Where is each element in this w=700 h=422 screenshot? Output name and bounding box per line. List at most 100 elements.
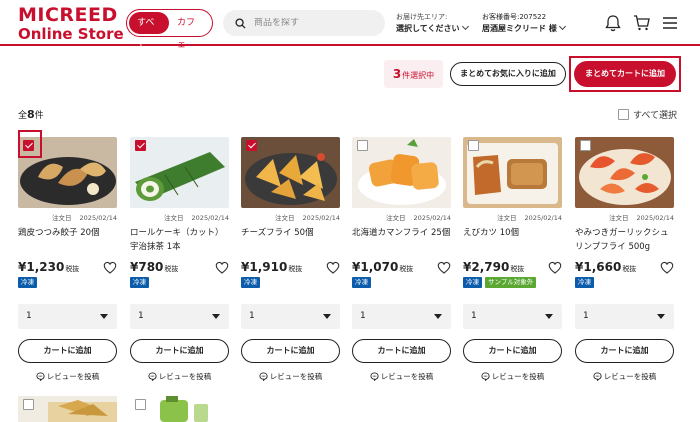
site-header: MICREED Online Store すべて カフェ お届け先エリア: 選択…: [0, 0, 700, 50]
quantity-select[interactable]: 1: [18, 304, 117, 329]
product-card: 注文日 2025/02/14 鶏皮つつみ餃子 20個 ¥1,230税抜 冷凍 1 カートに追…: [18, 137, 117, 382]
search-input[interactable]: [254, 18, 374, 28]
product-price: ¥1,910税抜: [241, 260, 302, 274]
price-value: ¥1,660: [575, 260, 622, 274]
quantity-select[interactable]: 1: [241, 304, 340, 329]
heart-icon[interactable]: [660, 261, 674, 274]
post-review-link[interactable]: レビューを投稿: [463, 370, 562, 382]
quantity-value: 1: [471, 311, 477, 321]
heart-icon[interactable]: [437, 261, 451, 274]
product-checkbox[interactable]: [468, 140, 479, 151]
add-to-cart-button[interactable]: カートに追加: [18, 339, 117, 363]
product-name[interactable]: やみつきガーリックシュリンプフライ 500g: [575, 226, 674, 254]
post-review-link[interactable]: レビューを投稿: [18, 370, 117, 382]
product-checkbox[interactable]: [135, 399, 146, 410]
product-card-8: [130, 396, 229, 422]
bulk-cart-highlight: まとめてカートに追加: [569, 56, 681, 92]
product-name[interactable]: えびカツ 10個: [463, 226, 562, 254]
product-image[interactable]: [18, 137, 117, 208]
toggle-cafe[interactable]: カフェ: [169, 12, 210, 50]
delivery-area[interactable]: お届け先エリア: 選択してください: [396, 12, 469, 35]
total-prefix: 全: [18, 111, 28, 121]
dropdown-arrow-icon: [212, 314, 220, 319]
menu-icon[interactable]: [660, 13, 680, 33]
quantity-value: 1: [360, 311, 366, 321]
dropdown-arrow-icon: [657, 314, 665, 319]
product-checkbox[interactable]: [23, 399, 34, 410]
bulk-cart-button[interactable]: まとめてカートに追加: [574, 61, 676, 87]
heart-icon[interactable]: [326, 261, 340, 274]
chevron-down-icon: [558, 22, 566, 31]
review-label: レビューを投稿: [491, 371, 545, 381]
heart-icon[interactable]: [103, 261, 117, 274]
quantity-select[interactable]: 1: [352, 304, 451, 329]
post-review-link[interactable]: レビューを投稿: [241, 370, 340, 382]
add-to-cart-button[interactable]: カートに追加: [575, 339, 674, 363]
order-date-label: 注文日: [386, 214, 406, 222]
review-label: レビューを投稿: [158, 371, 212, 381]
product-checkbox[interactable]: [246, 140, 257, 151]
product-image[interactable]: [463, 137, 562, 208]
price-row: ¥1,230税抜: [18, 256, 117, 274]
post-review-link[interactable]: レビューを投稿: [130, 370, 229, 382]
product-name[interactable]: 北海道カマンフライ 25個: [352, 226, 451, 254]
add-to-cart-button[interactable]: カートに追加: [241, 339, 340, 363]
logo-line2: Online Store: [18, 25, 124, 43]
site-logo[interactable]: MICREED Online Store: [18, 6, 124, 42]
product-image[interactable]: [352, 137, 451, 208]
post-review-link[interactable]: レビューを投稿: [352, 370, 451, 382]
quantity-select[interactable]: 1: [575, 304, 674, 329]
tax-label: 税抜: [622, 265, 637, 273]
product-checkbox[interactable]: [135, 140, 146, 151]
comment-icon: [370, 371, 379, 381]
toggle-all[interactable]: すべて: [129, 12, 170, 50]
select-all[interactable]: すべて選択: [618, 108, 677, 121]
product-image[interactable]: [241, 137, 340, 208]
badge-row: 冷凍: [352, 277, 451, 288]
bell-icon[interactable]: [603, 13, 623, 33]
badge-row: 冷凍: [130, 277, 229, 288]
bulk-favorite-button[interactable]: まとめてお気に入りに追加: [450, 62, 566, 86]
review-label: レビューを投稿: [46, 371, 100, 381]
add-to-cart-button[interactable]: カートに追加: [463, 339, 562, 363]
order-date-value: 2025/02/14: [79, 214, 117, 222]
product-checkbox[interactable]: [580, 140, 591, 151]
heart-icon[interactable]: [548, 261, 562, 274]
selected-count-badge: 3件選択中: [384, 60, 443, 88]
quantity-value: 1: [583, 311, 589, 321]
price-value: ¥1,070: [352, 260, 399, 274]
frozen-badge: 冷凍: [352, 277, 371, 288]
quantity-value: 1: [26, 311, 32, 321]
quantity-select[interactable]: 1: [130, 304, 229, 329]
product-image[interactable]: [130, 137, 229, 208]
frozen-badge: 冷凍: [130, 277, 149, 288]
badge-row: 冷凍: [241, 277, 340, 288]
customer-info[interactable]: お客様番号:207522 居酒屋ミクリード 様: [482, 12, 566, 35]
product-price: ¥780税抜: [130, 260, 178, 274]
product-checkbox[interactable]: [357, 140, 368, 151]
frozen-badge: 冷凍: [241, 277, 260, 288]
heart-icon[interactable]: [215, 261, 229, 274]
product-name[interactable]: チーズフライ 50個: [241, 226, 340, 254]
add-to-cart-button[interactable]: カートに追加: [352, 339, 451, 363]
search-icon[interactable]: [235, 17, 246, 29]
frozen-badge: 冷凍: [18, 277, 37, 288]
cart-icon[interactable]: [632, 13, 652, 33]
selected-suffix: 件選択中: [402, 71, 435, 80]
product-checkbox[interactable]: [23, 140, 34, 151]
post-review-link[interactable]: レビューを投稿: [575, 370, 674, 382]
tax-label: 税抜: [288, 265, 303, 273]
product-name[interactable]: 鶏皮つつみ餃子 20個: [18, 226, 117, 254]
select-all-checkbox[interactable]: [618, 109, 629, 120]
dropdown-arrow-icon: [434, 314, 442, 319]
product-image[interactable]: [575, 137, 674, 208]
quantity-select[interactable]: 1: [463, 304, 562, 329]
add-to-cart-button[interactable]: カートに追加: [130, 339, 229, 363]
tax-label: 税抜: [164, 265, 179, 273]
review-label: レビューを投稿: [269, 371, 323, 381]
sample-badge: サンプル対象外: [485, 277, 537, 288]
customer-name: 居酒屋ミクリード 様: [482, 24, 557, 33]
tax-label: 税抜: [399, 265, 414, 273]
product-name[interactable]: ロールケーキ（カット）宇治抹茶 1本: [130, 226, 229, 254]
order-date: 注文日 2025/02/14: [575, 212, 674, 222]
